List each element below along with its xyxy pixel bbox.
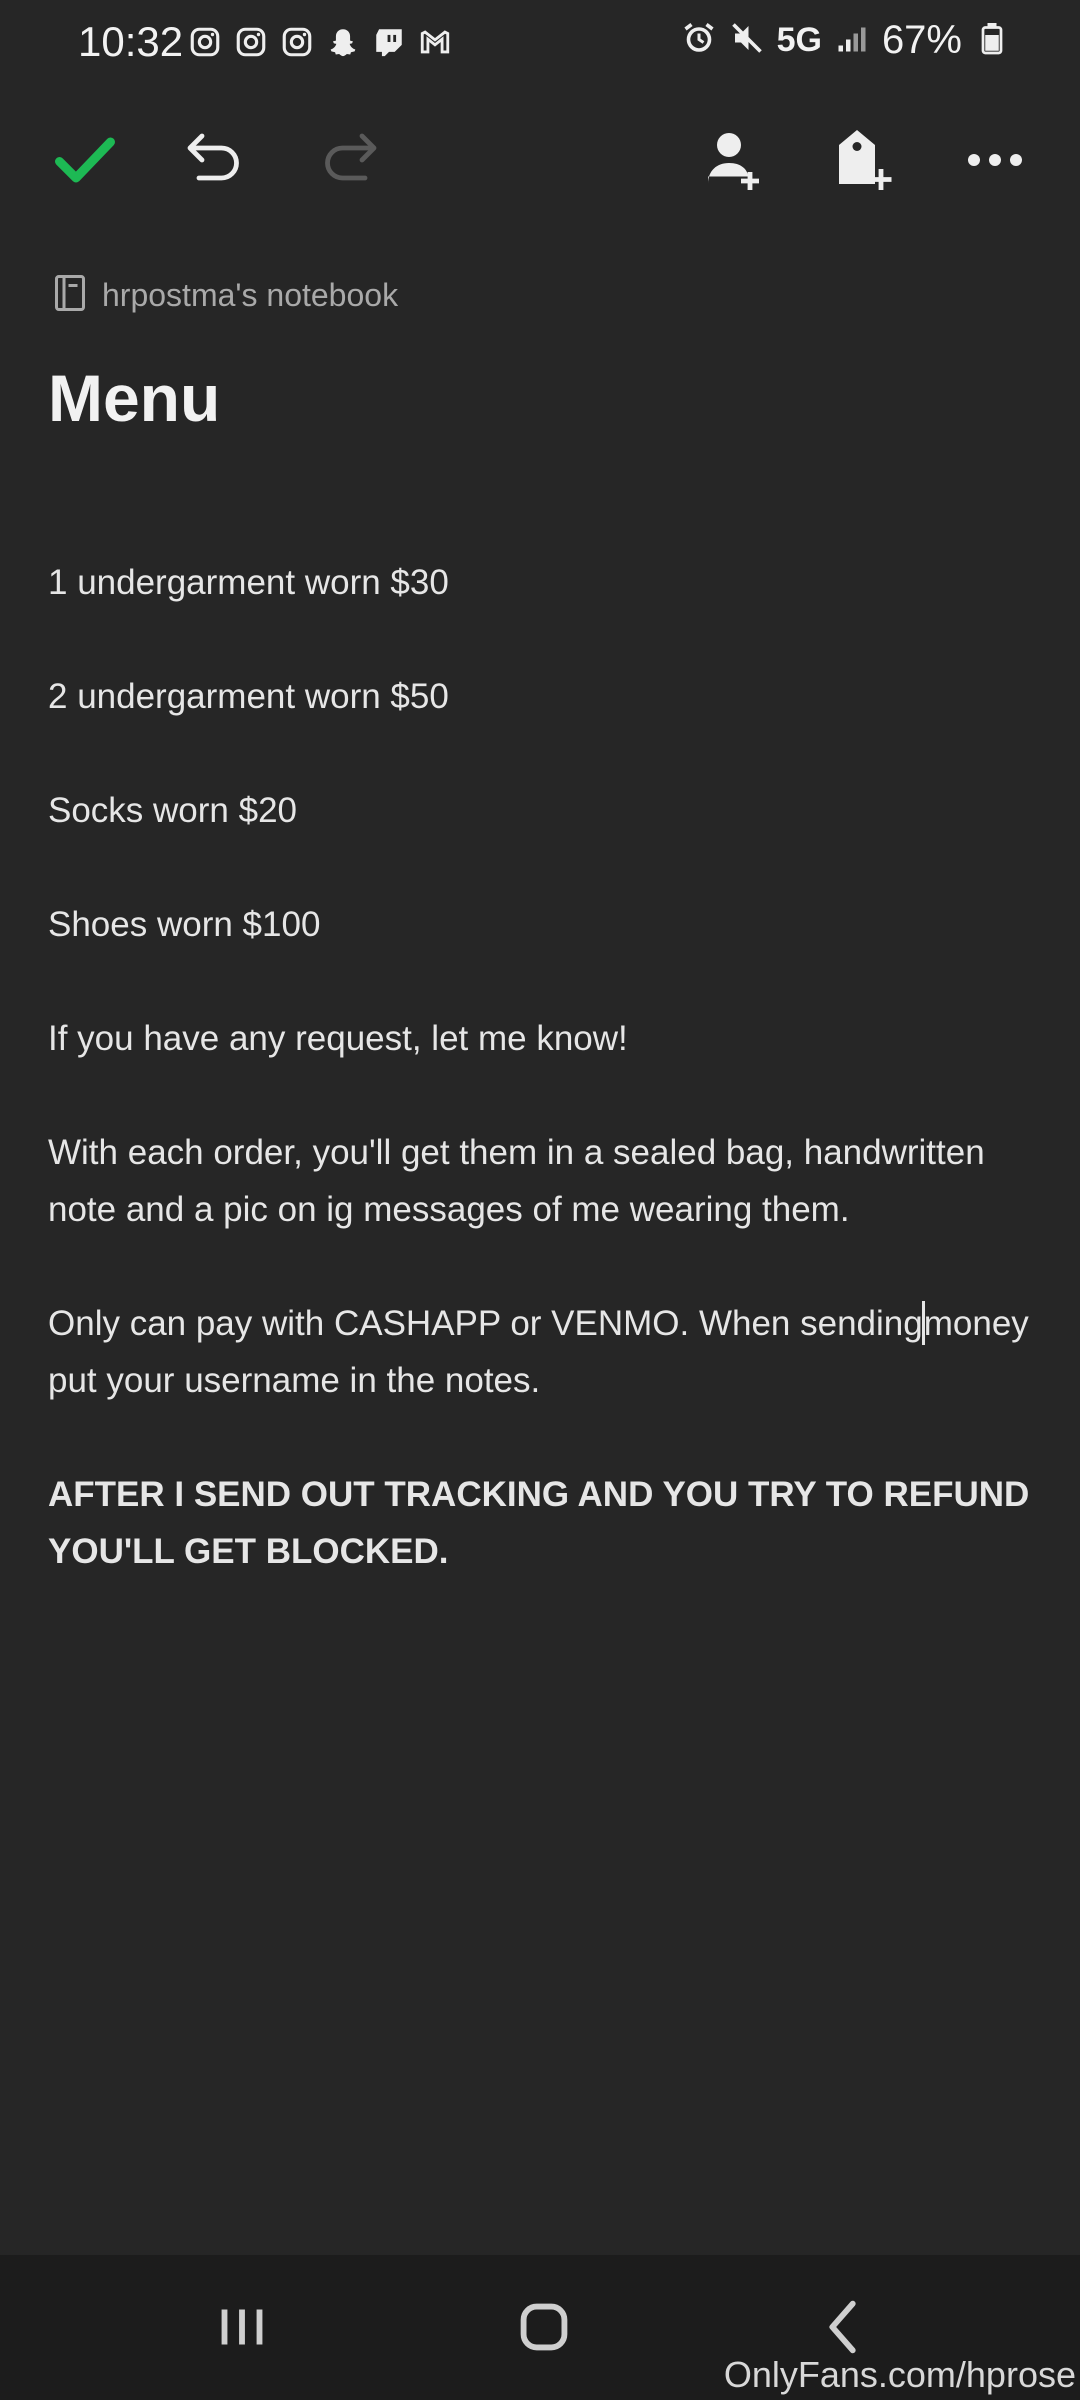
note-body[interactable]: 1 undergarment worn $30 2 undergarment w…	[48, 554, 1038, 1637]
twitch-icon	[372, 24, 406, 65]
notebook-name: hrpostma's notebook	[102, 277, 399, 313]
redo-button[interactable]	[302, 110, 392, 210]
home-button[interactable]	[484, 2277, 604, 2377]
instagram-icon	[280, 24, 314, 65]
status-time: 10:32	[78, 18, 184, 65]
note-line: Shoes worn $100	[48, 905, 321, 944]
notebook-icon	[52, 272, 88, 319]
battery-icon	[974, 19, 1010, 62]
note-line-with-cursor: Only can pay with CASHAPP or VENMO. When…	[48, 1295, 1038, 1409]
note-line: 2 undergarment worn $50	[48, 677, 449, 716]
watermark: OnlyFans.com/hprose	[723, 2354, 1076, 2395]
alarm-icon	[681, 19, 717, 62]
note-line: 1 undergarment worn $30	[48, 563, 449, 602]
add-tag-button[interactable]	[818, 110, 908, 210]
screen: 10:32 5G 67% hrpostma's notebook Menu 1 …	[0, 0, 1080, 2400]
note-line: If you have any request, let me know!	[48, 1019, 628, 1058]
status-right: 5G 67%	[681, 18, 1010, 63]
mute-icon	[729, 19, 765, 62]
note-title[interactable]: Menu	[48, 360, 220, 436]
note-line: Socks worn $20	[48, 791, 298, 830]
back-icon	[829, 2300, 856, 2354]
share-button[interactable]	[690, 110, 780, 210]
status-bar: 10:32 5G 67%	[0, 0, 1080, 92]
undo-icon	[187, 133, 239, 181]
instagram-icon	[234, 24, 268, 65]
recents-button[interactable]	[182, 2277, 302, 2377]
done-button[interactable]	[40, 110, 130, 210]
checkmark-icon	[55, 137, 115, 183]
battery-percent: 67%	[881, 18, 962, 62]
signal-icon	[834, 19, 870, 62]
note-line: With each order, you'll get them in a se…	[48, 1133, 985, 1229]
notebook-selector[interactable]: hrpostma's notebook	[52, 272, 398, 319]
undo-button[interactable]	[172, 110, 262, 210]
note-text-before-cursor: Only can pay with CASHAPP or VENMO. When…	[48, 1304, 923, 1343]
redo-icon	[325, 133, 377, 181]
editor-toolbar	[0, 110, 1080, 210]
gmail-icon	[418, 24, 452, 65]
add-tag-icon	[839, 130, 892, 190]
more-icon	[968, 154, 1022, 166]
recents-icon	[221, 2309, 263, 2345]
notification-icons	[188, 24, 452, 65]
instagram-icon	[188, 24, 222, 65]
network-type: 5G	[776, 21, 822, 59]
more-options-button[interactable]	[950, 110, 1040, 210]
note-warning: AFTER I SEND OUT TRACKING AND YOU TRY TO…	[48, 1475, 1030, 1571]
add-person-icon	[708, 133, 759, 190]
home-icon	[520, 2303, 568, 2351]
snapchat-icon	[326, 24, 360, 65]
